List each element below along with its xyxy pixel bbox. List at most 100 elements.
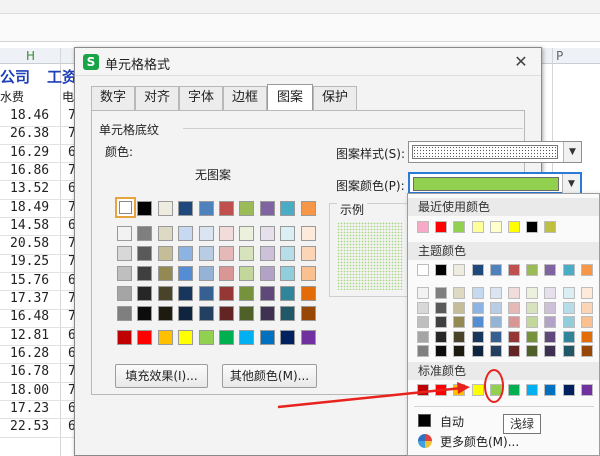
color-swatch[interactable] <box>157 286 173 301</box>
color-swatch[interactable] <box>280 246 296 261</box>
theme-color-swatch[interactable] <box>544 264 557 276</box>
color-swatch[interactable] <box>280 330 296 345</box>
color-swatch[interactable] <box>280 201 296 216</box>
standard-color-swatch[interactable] <box>453 384 466 396</box>
tab-pattern[interactable]: 图案 <box>267 84 313 110</box>
recent-color-swatch[interactable] <box>417 221 429 233</box>
tab-font[interactable]: 字体 <box>179 86 223 110</box>
color-swatch[interactable] <box>198 306 214 321</box>
theme-color-swatch[interactable] <box>580 287 593 299</box>
recent-color-swatch[interactable] <box>544 221 557 233</box>
electric-header-cell[interactable]: 电 <box>62 88 74 105</box>
theme-color-swatch[interactable] <box>471 264 484 276</box>
recent-color-swatch[interactable] <box>508 221 520 233</box>
theme-color-swatch[interactable] <box>562 287 575 299</box>
dialog-title-bar[interactable]: S 单元格格式 ✕ <box>75 48 541 76</box>
color-swatch[interactable] <box>300 246 316 261</box>
theme-color-swatch[interactable] <box>580 330 593 343</box>
color-swatch[interactable] <box>300 286 316 301</box>
cell-value[interactable]: 14.58 <box>10 218 49 233</box>
cell-value[interactable]: 19.25 <box>10 254 49 269</box>
color-swatch[interactable] <box>137 246 153 261</box>
theme-color-swatch[interactable] <box>562 345 575 357</box>
sheet-title-cell[interactable]: 公司 <box>0 66 30 87</box>
theme-color-swatch[interactable] <box>471 345 484 357</box>
theme-color-swatch[interactable] <box>580 301 593 314</box>
theme-color-swatch[interactable] <box>544 345 557 357</box>
tab-number[interactable]: 数字 <box>91 86 135 110</box>
color-swatch[interactable] <box>117 266 132 281</box>
cell-value[interactable]: 17.23 <box>10 401 49 416</box>
chevron-down-icon[interactable]: ▼ <box>562 174 580 194</box>
color-swatch[interactable] <box>198 226 214 241</box>
tab-alignment[interactable]: 对齐 <box>135 86 179 110</box>
theme-color-swatch[interactable] <box>453 330 466 343</box>
color-swatch[interactable] <box>300 306 316 321</box>
cell-value[interactable]: 17.37 <box>10 291 49 306</box>
cell-value[interactable]: 22.53 <box>10 419 49 434</box>
theme-color-swatch[interactable] <box>508 345 520 357</box>
cell-value[interactable]: 26.38 <box>10 126 49 141</box>
theme-color-swatch[interactable] <box>562 301 575 314</box>
color-swatch[interactable] <box>219 266 234 281</box>
color-swatch[interactable] <box>117 286 132 301</box>
theme-color-swatch[interactable] <box>580 316 593 328</box>
other-colors-button[interactable]: 其他颜色(M)... <box>222 364 317 388</box>
color-swatch[interactable] <box>219 246 234 261</box>
tab-border[interactable]: 边框 <box>223 86 267 110</box>
color-swatch[interactable] <box>259 201 275 216</box>
standard-color-swatch[interactable] <box>435 384 448 396</box>
color-swatch[interactable] <box>198 201 214 216</box>
theme-color-swatch[interactable] <box>453 264 466 276</box>
theme-color-swatch[interactable] <box>562 264 575 276</box>
theme-color-swatch[interactable] <box>435 301 448 314</box>
pattern-style-dropdown[interactable]: ▼ <box>408 141 582 163</box>
color-swatch[interactable] <box>219 286 234 301</box>
theme-color-swatch[interactable] <box>453 316 466 328</box>
cell-value[interactable]: 18.46 <box>10 108 49 123</box>
color-swatch[interactable] <box>198 266 214 281</box>
standard-color-swatch[interactable] <box>580 384 593 396</box>
color-swatch[interactable] <box>178 226 194 241</box>
color-swatch[interactable] <box>259 330 275 345</box>
cell-value[interactable]: 18.49 <box>10 200 49 215</box>
color-swatch[interactable] <box>117 246 132 261</box>
cell-value[interactable]: 13.52 <box>10 181 49 196</box>
color-swatch[interactable] <box>219 330 234 345</box>
color-swatch[interactable] <box>157 201 173 216</box>
theme-color-swatch[interactable] <box>435 264 448 276</box>
cell-value[interactable]: 18.00 <box>10 383 49 398</box>
recent-color-swatch[interactable] <box>453 221 466 233</box>
color-swatch[interactable] <box>300 330 316 345</box>
theme-color-swatch[interactable] <box>526 301 539 314</box>
color-swatch[interactable] <box>137 286 153 301</box>
theme-color-swatch[interactable] <box>544 330 557 343</box>
theme-color-swatch[interactable] <box>435 330 448 343</box>
cell-value[interactable]: 16.86 <box>10 163 49 178</box>
theme-color-swatch[interactable] <box>526 264 539 276</box>
recent-color-swatch[interactable] <box>435 221 448 233</box>
theme-color-swatch[interactable] <box>453 345 466 357</box>
color-swatch[interactable] <box>178 330 194 345</box>
theme-color-swatch[interactable] <box>580 264 593 276</box>
standard-color-swatch[interactable] <box>544 384 557 396</box>
color-swatch[interactable] <box>137 306 153 321</box>
color-swatch[interactable] <box>157 266 173 281</box>
theme-color-swatch[interactable] <box>544 287 557 299</box>
theme-color-swatch[interactable] <box>489 345 502 357</box>
color-swatch[interactable] <box>117 226 132 241</box>
theme-color-swatch[interactable] <box>471 316 484 328</box>
theme-color-swatch[interactable] <box>580 345 593 357</box>
theme-color-swatch[interactable] <box>489 316 502 328</box>
standard-color-swatch[interactable] <box>526 384 539 396</box>
color-swatch[interactable] <box>280 266 296 281</box>
recent-color-swatch[interactable] <box>489 221 502 233</box>
color-swatch[interactable] <box>280 306 296 321</box>
theme-color-swatch[interactable] <box>526 345 539 357</box>
theme-color-swatch[interactable] <box>417 287 429 299</box>
more-colors-option[interactable]: 更多颜色(M)... <box>440 433 519 450</box>
chevron-down-icon[interactable]: ▼ <box>563 142 581 162</box>
cell-value[interactable]: 20.58 <box>10 236 49 251</box>
color-swatch[interactable] <box>157 330 173 345</box>
standard-color-swatch[interactable] <box>471 384 484 396</box>
